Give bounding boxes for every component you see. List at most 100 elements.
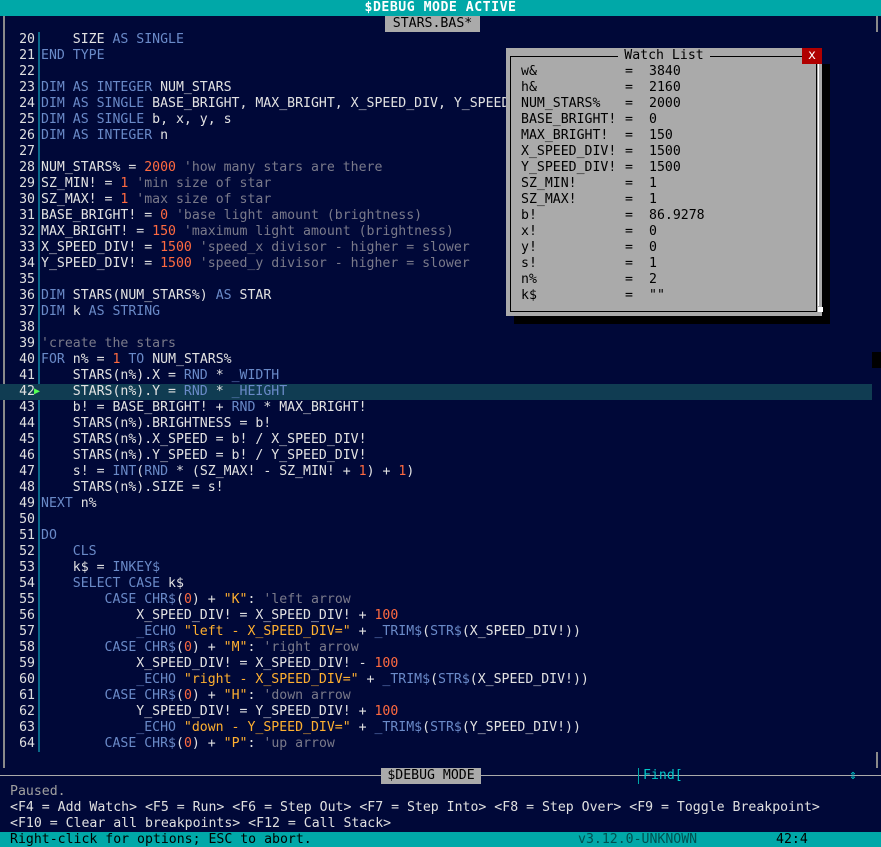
code-text[interactable]: CASE CHR$(0) + "K": 'left arrow	[41, 592, 351, 608]
code-line[interactable]: 53 k$ = INKEY$	[0, 560, 872, 576]
line-number[interactable]: 24	[11, 96, 35, 112]
code-text[interactable]: STARS(n%).X_SPEED = b! / X_SPEED_DIV!	[41, 432, 367, 448]
line-number[interactable]: 49	[11, 496, 35, 512]
code-line[interactable]: 45 STARS(n%).X_SPEED = b! / X_SPEED_DIV!	[0, 432, 872, 448]
line-number[interactable]: 44	[11, 416, 35, 432]
code-text[interactable]: s! = INT(RND * (SZ_MAX! - SZ_MIN! + 1) +…	[41, 464, 415, 480]
watch-list-window[interactable]: Watch List x w& = 3840 h& = 2160 NUM_STARS% = 20…	[506, 48, 823, 316]
code-text[interactable]: _ECHO "down - Y_SPEED_DIV=" + _TRIM$(STR…	[41, 720, 581, 736]
line-number[interactable]: 64	[11, 736, 35, 752]
line-number[interactable]: 47	[11, 464, 35, 480]
line-number[interactable]: 21	[11, 48, 35, 64]
line-number[interactable]: 29	[11, 176, 35, 192]
line-number[interactable]: 48	[11, 480, 35, 496]
line-number[interactable]: 39	[11, 336, 35, 352]
code-text[interactable]: STARS(n%).X = RND * _WIDTH	[41, 368, 279, 384]
code-text[interactable]: Y_SPEED_DIV! = Y_SPEED_DIV! + 100	[41, 704, 398, 720]
code-text[interactable]: SZ_MAX! = 1 'max size of star	[41, 192, 271, 208]
code-text[interactable]: MAX_BRIGHT! = 150 'maximum light amount …	[41, 224, 454, 240]
code-text[interactable]: NUM_STARS% = 2000 'how many stars are th…	[41, 160, 382, 176]
line-number[interactable]: 22	[11, 64, 35, 80]
line-number[interactable]: 45	[11, 432, 35, 448]
line-number[interactable]: 20	[11, 32, 35, 48]
code-text[interactable]: DO	[41, 528, 57, 544]
code-line[interactable]: 48 STARS(n%).SIZE = s!	[0, 480, 872, 496]
watch-scrollbar[interactable]	[818, 64, 819, 306]
line-number[interactable]: 27	[11, 144, 35, 160]
code-text[interactable]: CLS	[41, 544, 97, 560]
code-text[interactable]: CASE CHR$(0) + "H": 'down arrow	[41, 688, 351, 704]
code-line[interactable]: 39 'create the stars	[0, 336, 872, 352]
code-text[interactable]: DIM AS SINGLE b, x, y, s	[41, 112, 232, 128]
code-text[interactable]: CASE CHR$(0) + "M": 'right arrow	[41, 640, 359, 656]
code-line[interactable]: 20 SIZE AS SINGLE	[0, 32, 872, 48]
line-number[interactable]: 62	[11, 704, 35, 720]
code-line[interactable]: 57 _ECHO "left - X_SPEED_DIV=" + _TRIM$(…	[0, 624, 872, 640]
code-text[interactable]: _ECHO "right - X_SPEED_DIV=" + _TRIM$(ST…	[41, 672, 589, 688]
code-line[interactable]: 52 CLS	[0, 544, 872, 560]
find-field[interactable]: Find[ ⇕	[638, 768, 865, 784]
code-line[interactable]: 54 SELECT CASE k$	[0, 576, 872, 592]
code-text[interactable]: SIZE AS SINGLE	[41, 32, 184, 48]
line-number[interactable]: 53	[11, 560, 35, 576]
updown-arrow-icon[interactable]: ⇕	[849, 768, 857, 784]
code-text[interactable]: STARS(n%).SIZE = s!	[41, 480, 224, 496]
vertical-scrollbar[interactable]	[872, 32, 881, 752]
code-text[interactable]: END TYPE	[41, 48, 105, 64]
watch-title-bar[interactable]: Watch List	[506, 48, 822, 64]
code-line[interactable]: 58 CASE CHR$(0) + "M": 'right arrow	[0, 640, 872, 656]
code-text[interactable]: CASE CHR$(0) + "P": 'up arrow	[41, 736, 335, 752]
code-line[interactable]: 44 STARS(n%).BRIGHTNESS = b!	[0, 416, 872, 432]
line-number[interactable]: 51	[11, 528, 35, 544]
close-icon[interactable]: x	[802, 48, 822, 64]
code-line[interactable]: 46 STARS(n%).Y_SPEED = b! / Y_SPEED_DIV!	[0, 448, 872, 464]
line-number[interactable]: 31	[11, 208, 35, 224]
code-line[interactable]: 63 _ECHO "down - Y_SPEED_DIV=" + _TRIM$(…	[0, 720, 872, 736]
code-line[interactable]: 59 X_SPEED_DIV! = X_SPEED_DIV! - 100	[0, 656, 872, 672]
code-line[interactable]: 56 X_SPEED_DIV! = X_SPEED_DIV! + 100	[0, 608, 872, 624]
line-number[interactable]: 28	[11, 160, 35, 176]
code-text[interactable]: X_SPEED_DIV! = 1500 'speed_x divisor - h…	[41, 240, 470, 256]
line-number[interactable]: 43	[11, 400, 35, 416]
code-text[interactable]: 'create the stars	[41, 336, 176, 352]
code-text[interactable]: NEXT n%	[41, 496, 97, 512]
scrollbar-thumb[interactable]	[872, 352, 881, 368]
line-number[interactable]: 26	[11, 128, 35, 144]
file-tab[interactable]: STARS.BAS*	[385, 16, 480, 32]
line-number[interactable]: 46	[11, 448, 35, 464]
code-text[interactable]: SZ_MIN! = 1 'min size of star	[41, 176, 271, 192]
line-number[interactable]: 50	[11, 512, 35, 528]
line-number[interactable]: 56	[11, 608, 35, 624]
code-text[interactable]: DIM AS INTEGER NUM_STARS	[41, 80, 232, 96]
line-number[interactable]: 35	[11, 272, 35, 288]
code-line[interactable]: 64 CASE CHR$(0) + "P": 'up arrow	[0, 736, 872, 752]
line-number[interactable]: 37	[11, 304, 35, 320]
line-number[interactable]: 40	[11, 352, 35, 368]
code-text[interactable]: X_SPEED_DIV! = X_SPEED_DIV! + 100	[41, 608, 398, 624]
code-text[interactable]: DIM STARS(NUM_STARS%) AS STAR	[41, 288, 271, 304]
line-number[interactable]: 33	[11, 240, 35, 256]
code-text[interactable]: k$ = INKEY$	[41, 560, 160, 576]
code-line[interactable]: 49 NEXT n%	[0, 496, 872, 512]
code-line[interactable]: 42 ▶ STARS(n%).Y = RND * _HEIGHT	[0, 384, 872, 400]
code-text[interactable]: STARS(n%).BRIGHTNESS = b!	[41, 416, 272, 432]
code-line[interactable]: 61 CASE CHR$(0) + "H": 'down arrow	[0, 688, 872, 704]
code-text[interactable]: Y_SPEED_DIV! = 1500 'speed_y divisor - h…	[41, 256, 470, 272]
line-number[interactable]: 32	[11, 224, 35, 240]
line-number[interactable]: 60	[11, 672, 35, 688]
line-number[interactable]: 63	[11, 720, 35, 736]
line-number[interactable]: 52	[11, 544, 35, 560]
code-line[interactable]: 60 _ECHO "right - X_SPEED_DIV=" + _TRIM$…	[0, 672, 872, 688]
code-line[interactable]: 43 b! = BASE_BRIGHT! + RND * MAX_BRIGHT!	[0, 400, 872, 416]
line-number[interactable]: 58	[11, 640, 35, 656]
code-line[interactable]: 41 STARS(n%).X = RND * _WIDTH	[0, 368, 872, 384]
line-number[interactable]: 38	[11, 320, 35, 336]
code-text[interactable]: STARS(n%).Y = RND * _HEIGHT	[41, 384, 287, 400]
line-number[interactable]: 30	[11, 192, 35, 208]
code-text[interactable]: X_SPEED_DIV! = X_SPEED_DIV! - 100	[41, 656, 398, 672]
code-line[interactable]: 47 s! = INT(RND * (SZ_MAX! - SZ_MIN! + 1…	[0, 464, 872, 480]
line-number[interactable]: 36	[11, 288, 35, 304]
line-number[interactable]: 41	[11, 368, 35, 384]
line-number[interactable]: 25	[11, 112, 35, 128]
line-number[interactable]: 54	[11, 576, 35, 592]
